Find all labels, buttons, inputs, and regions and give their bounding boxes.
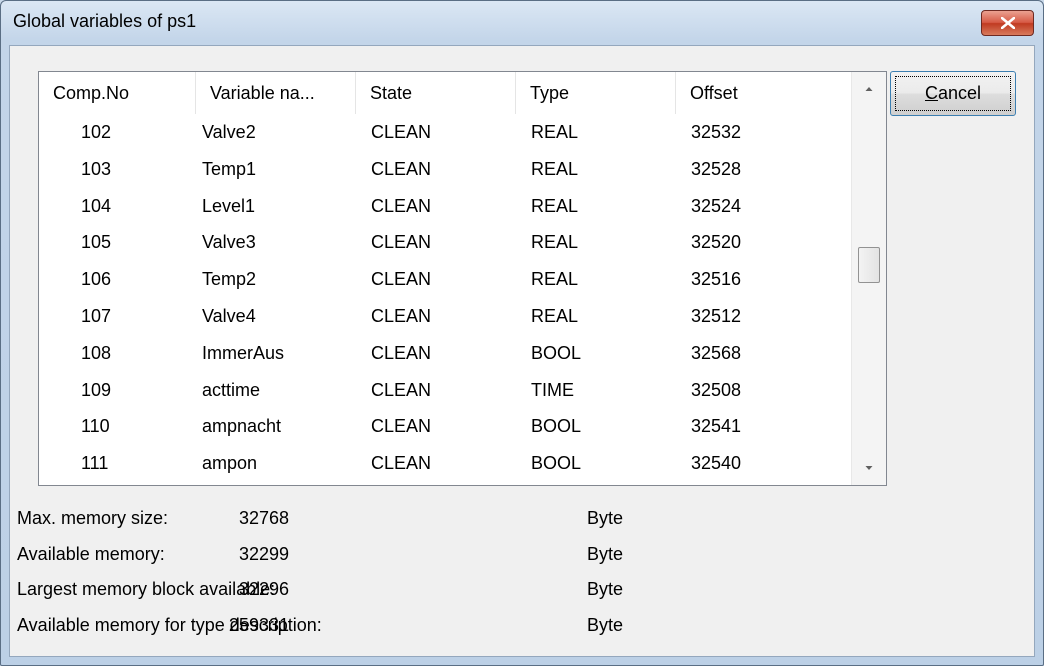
- memory-row-type-description: Available memory for type description: 2…: [10, 615, 710, 645]
- cell-variable-name: Valve2: [202, 122, 256, 142]
- cell-state: CLEAN: [371, 305, 432, 326]
- scroll-thumb[interactable]: [858, 247, 880, 283]
- window-title: Global variables of ps1: [13, 11, 197, 31]
- cancel-mnemonic: C: [924, 83, 938, 103]
- cell-type: BOOL: [531, 416, 582, 437]
- close-button[interactable]: [981, 10, 1034, 36]
- cell-state: CLEAN: [371, 195, 432, 216]
- cell-offset: 32541: [691, 416, 742, 437]
- memory-value: 32296: [238, 579, 289, 599]
- cell-type: REAL: [531, 158, 579, 179]
- table-row[interactable]: 111 ampon CLEAN BOOL 32540: [39, 445, 849, 482]
- cell-variable-name: Level1: [202, 195, 256, 216]
- cell-type: REAL: [531, 232, 579, 253]
- cell-variable-name: Valve4: [202, 305, 256, 326]
- cell-comp-no: 104: [81, 195, 112, 216]
- cancel-button-label: Cancel: [925, 83, 981, 103]
- list-header: Comp.No Variable na... State Type Offset: [39, 72, 849, 114]
- column-header-offset[interactable]: Offset: [676, 72, 849, 114]
- cell-type: REAL: [531, 269, 579, 290]
- table-row[interactable]: 102 Valve2 CLEAN REAL 32532: [39, 114, 849, 151]
- memory-unit: Byte: [587, 544, 624, 564]
- memory-row-largest-block: Largest memory block available: 32296 By…: [10, 579, 710, 609]
- table-row[interactable]: 107 Valve4 CLEAN REAL 32512: [39, 298, 849, 335]
- memory-row-max: Max. memory size: 32768 Byte: [10, 508, 710, 538]
- cell-state: CLEAN: [371, 342, 432, 363]
- cell-type: BOOL: [531, 342, 582, 363]
- arrow-down-icon: [865, 466, 873, 470]
- column-header-state[interactable]: State: [356, 72, 516, 114]
- memory-label: Available memory:: [17, 544, 165, 564]
- cell-offset: 32512: [691, 305, 742, 326]
- cell-state: CLEAN: [371, 122, 432, 142]
- memory-row-available: Available memory: 32299 Byte: [10, 544, 710, 574]
- memory-unit: Byte: [587, 579, 624, 599]
- cell-comp-no: 111: [81, 453, 109, 474]
- cell-offset: 32524: [691, 195, 742, 216]
- cell-type: BOOL: [531, 453, 582, 474]
- column-header-comp-no[interactable]: Comp.No: [39, 72, 196, 114]
- cell-offset: 32528: [691, 158, 742, 179]
- table-row[interactable]: 108 ImmerAus CLEAN BOOL 32568: [39, 335, 849, 372]
- cell-comp-no: 105: [81, 232, 112, 253]
- vertical-scrollbar[interactable]: [851, 72, 886, 485]
- memory-unit: Byte: [587, 615, 624, 635]
- memory-value: 32768: [238, 508, 289, 528]
- cell-offset: 32568: [691, 342, 742, 363]
- cell-comp-no: 107: [81, 305, 112, 326]
- cancel-button[interactable]: Cancel: [890, 71, 1016, 116]
- list-rows: 102 Valve2 CLEAN REAL 32532 103 Temp1 CLEAN REAL…: [39, 114, 849, 482]
- memory-value: 32299: [238, 544, 289, 564]
- cell-variable-name: ImmerAus: [202, 342, 285, 363]
- title-bar[interactable]: Global variables of ps1: [1, 1, 1043, 45]
- table-row[interactable]: 104 Level1 CLEAN REAL 32524: [39, 188, 849, 225]
- dialog-window: Global variables of ps1 Comp.No Variable…: [0, 0, 1044, 666]
- cell-state: CLEAN: [371, 232, 432, 253]
- cell-offset: 32540: [691, 453, 742, 474]
- cell-type: TIME: [531, 379, 574, 400]
- cell-offset: 32532: [691, 122, 742, 142]
- cell-comp-no: 106: [81, 269, 112, 290]
- cell-state: CLEAN: [371, 416, 432, 437]
- cell-state: CLEAN: [371, 379, 432, 400]
- column-header-variable-name[interactable]: Variable na...: [196, 72, 356, 114]
- cell-comp-no: 108: [81, 342, 112, 363]
- cell-variable-name: acttime: [202, 379, 261, 400]
- close-icon: [1001, 17, 1015, 29]
- cell-state: CLEAN: [371, 269, 432, 290]
- cell-type: REAL: [531, 122, 579, 142]
- dialog-client-area: Comp.No Variable na... State Type Offset…: [9, 45, 1035, 657]
- cell-variable-name: Temp1: [202, 158, 257, 179]
- cell-variable-name: ampon: [202, 453, 258, 474]
- table-row[interactable]: 109 acttime CLEAN TIME 32508: [39, 372, 849, 409]
- cell-comp-no: 102: [81, 122, 112, 142]
- cell-variable-name: Valve3: [202, 232, 256, 253]
- memory-value: 259331: [228, 615, 289, 635]
- table-row[interactable]: 103 Temp1 CLEAN REAL 32528: [39, 151, 849, 188]
- cell-variable-name: ampnacht: [202, 416, 282, 437]
- table-row[interactable]: 105 Valve3 CLEAN REAL 32520: [39, 224, 849, 261]
- cell-offset: 32508: [691, 379, 742, 400]
- memory-label: Max. memory size:: [17, 508, 169, 528]
- cell-variable-name: Temp2: [202, 269, 257, 290]
- table-row[interactable]: 106 Temp2 CLEAN REAL 32516: [39, 261, 849, 298]
- variables-list[interactable]: Comp.No Variable na... State Type Offset…: [38, 71, 887, 486]
- cell-type: REAL: [531, 195, 579, 216]
- cell-type: REAL: [531, 305, 579, 326]
- cell-comp-no: 109: [81, 379, 112, 400]
- column-header-type[interactable]: Type: [516, 72, 676, 114]
- cancel-label-rest: ancel: [937, 83, 982, 103]
- cell-comp-no: 103: [81, 158, 112, 179]
- memory-unit: Byte: [587, 508, 624, 528]
- scroll-down-button[interactable]: [852, 451, 886, 485]
- cell-offset: 32520: [691, 232, 742, 253]
- table-row[interactable]: 110 ampnacht CLEAN BOOL 32541: [39, 408, 849, 445]
- cell-state: CLEAN: [371, 453, 432, 474]
- cell-state: CLEAN: [371, 158, 432, 179]
- scroll-up-button[interactable]: [852, 72, 886, 106]
- arrow-up-icon: [865, 87, 873, 91]
- cell-comp-no: 110: [81, 416, 110, 437]
- cell-offset: 32516: [691, 269, 742, 290]
